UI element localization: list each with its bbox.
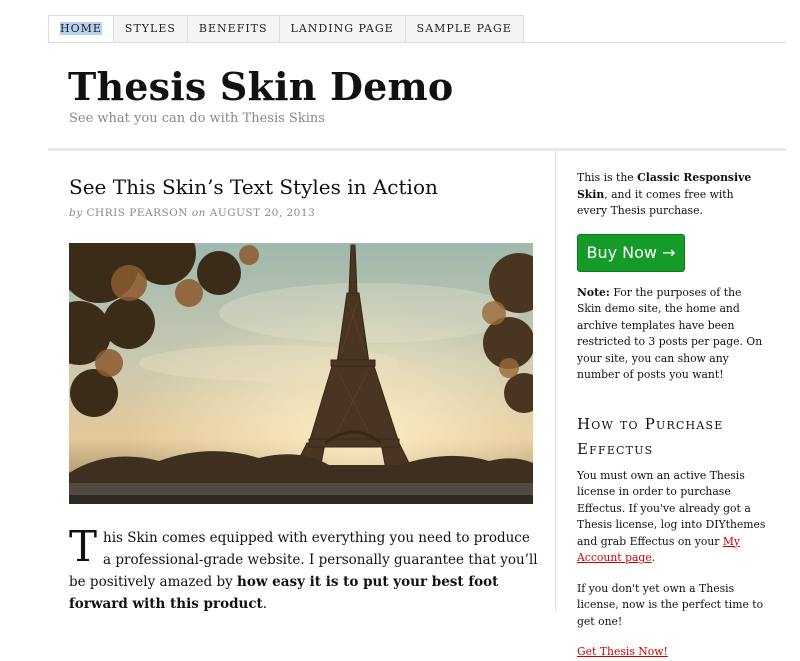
intro-text: This is the [577,171,638,184]
eiffel-tower-image [69,243,533,504]
post-body: This Skin comes equipped with everything… [69,522,539,615]
nav-item-label: LANDING PAGE [290,22,394,35]
sidebar-note: Note: For the purposes of the Skin demo … [577,285,767,384]
byline-by: by [69,207,83,219]
widget-text-2: If you don't yet own a Thesis license, n… [577,581,764,628]
byline-on: on [191,207,206,219]
get-thesis-paragraph: Get Thesis Now! [577,644,767,661]
get-thesis-link[interactable]: Get Thesis Now! [577,645,668,658]
sidebar: This is the Classic Responsive Skin, and… [577,170,767,661]
nav-item-home[interactable]: HOME [48,15,113,43]
note-label: Note: [577,285,610,299]
column-divider [555,151,556,611]
body-text-end: . [262,596,268,612]
top-nav: HOME STYLES BENEFITS LANDING PAGE SAMPLE… [48,15,524,43]
nav-item-label: STYLES [124,22,176,35]
widget-title: How to Purchase Effectus [577,414,724,458]
license-text-end: . [651,551,656,564]
nav-item-benefits[interactable]: BENEFITS [186,15,279,43]
note-text: For the purposes of the Skin demo site, … [577,285,763,382]
nav-item-landing-page[interactable]: LANDING PAGE [278,15,405,43]
post-title[interactable]: See This Skin’s Text Styles in Action [69,175,438,199]
post-image [69,243,533,504]
nav-item-sample-page[interactable]: SAMPLE PAGE [404,15,524,43]
drop-cap: T [69,522,98,571]
header-divider [48,148,786,151]
buy-now-button[interactable]: Buy Now → [577,233,685,272]
nav-item-styles[interactable]: STYLES [112,15,187,43]
nav-divider [48,42,786,43]
post-date: August 20, 2013 [209,207,316,219]
nav-item-label: HOME [60,22,102,35]
site-title[interactable]: Thesis Skin Demo [68,64,453,109]
page: HOME STYLES BENEFITS LANDING PAGE SAMPLE… [0,0,800,658]
post-byline: by Chris Pearson on August 20, 2013 [69,207,315,219]
post-author: Chris Pearson [86,207,188,219]
sidebar-intro: This is the Classic Responsive Skin, and… [577,170,767,220]
nav-item-label: BENEFITS [198,22,268,35]
nav-item-label: SAMPLE PAGE [416,22,512,35]
widget-text-1: You must own an active Thesis license in… [577,468,767,567]
site-tagline: See what you can do with Thesis Skins [69,111,325,126]
